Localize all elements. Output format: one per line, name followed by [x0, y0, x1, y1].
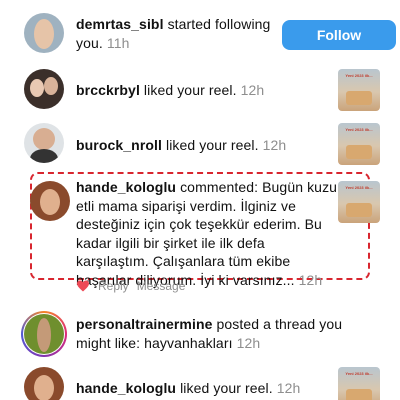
notification-message: liked your reel. [162, 137, 259, 153]
notification-like[interactable]: brcckrbyl liked your reel. 12h Yeni 2023… [0, 66, 400, 116]
avatar-photo [30, 149, 58, 163]
notification-like[interactable]: burock_nroll liked your reel. 12h Yeni 2… [0, 120, 400, 170]
thumbnail-caption: Yeni 2023 ilk... [345, 73, 373, 78]
notification-message: liked your reel. [176, 380, 273, 396]
avatar-photo [40, 189, 60, 215]
avatar-photo [34, 375, 54, 400]
notification-follow[interactable]: demrtas_sibl started following you. 11h … [0, 0, 400, 60]
reel-thumbnail[interactable]: Yeni 2023 ilk... [338, 123, 380, 165]
notification-text: hande_kologlu liked your reel. 12h [76, 379, 336, 398]
notification-text: brcckrbyl liked your reel. 12h [76, 81, 326, 100]
message-button[interactable]: Message [137, 279, 186, 293]
avatar[interactable] [24, 13, 64, 53]
avatar-photo [37, 318, 51, 352]
thumbnail-caption: Yeni 2023 ilk... [345, 185, 373, 190]
thumbnail-image [346, 91, 372, 105]
avatar[interactable] [30, 181, 70, 221]
comment-actions: Reply Message [98, 279, 193, 293]
avatar[interactable] [24, 69, 64, 109]
heart-icon[interactable] [76, 280, 90, 292]
username[interactable]: demrtas_sibl [76, 16, 164, 32]
timestamp: 11h [106, 34, 130, 51]
reply-button[interactable]: Reply [98, 279, 129, 293]
notification-text: burock_nroll liked your reel. 12h [76, 136, 326, 155]
username[interactable]: personaltrainermine [76, 316, 213, 332]
reel-thumbnail[interactable]: Yeni 2023 ilk... [338, 181, 380, 223]
notification-thread[interactable]: personaltrainermine posted a thread you … [0, 306, 400, 357]
thumbnail-caption: Yeni 2023 ilk... [345, 127, 373, 132]
avatar[interactable] [24, 314, 64, 354]
timestamp: 12h [276, 380, 301, 396]
username[interactable]: hande_kologlu [76, 380, 176, 396]
notification-comment[interactable]: hande_kologlu commented: Bugün kuzu etli… [0, 178, 400, 298]
follow-button[interactable]: Follow [282, 20, 396, 50]
username[interactable]: brcckrbyl [76, 82, 140, 98]
thumbnail-caption: Yeni 2023 ilk... [345, 371, 373, 376]
reel-thumbnail[interactable]: Yeni 2023 ilk... [338, 69, 380, 111]
username[interactable]: hande_kologlu [76, 179, 176, 195]
timestamp: 12h [236, 334, 261, 351]
avatar-photo [33, 128, 55, 150]
timestamp: 12h [298, 271, 323, 288]
notification-message: liked your reel. [139, 82, 237, 98]
avatar[interactable] [24, 123, 64, 163]
reel-thumbnail[interactable]: Yeni 2023 ilk... [338, 367, 380, 400]
thumbnail-image [346, 389, 372, 400]
notification-text: hande_kologlu commented: Bugün kuzu etli… [76, 178, 338, 289]
thumbnail-image [346, 145, 372, 159]
avatar-photo [44, 77, 58, 95]
notification-like[interactable]: hande_kologlu liked your reel. 12h Yeni … [0, 364, 400, 400]
timestamp: 12h [262, 137, 287, 153]
notification-text: demrtas_sibl started following you. 11h [76, 15, 276, 52]
timestamp: 12h [240, 82, 265, 98]
username[interactable]: burock_nroll [76, 137, 162, 153]
avatar[interactable] [24, 367, 64, 400]
avatar-photo [30, 79, 44, 97]
thumbnail-image [346, 203, 372, 217]
avatar-photo [34, 19, 54, 49]
notification-text: personaltrainermine posted a thread you … [76, 315, 376, 352]
